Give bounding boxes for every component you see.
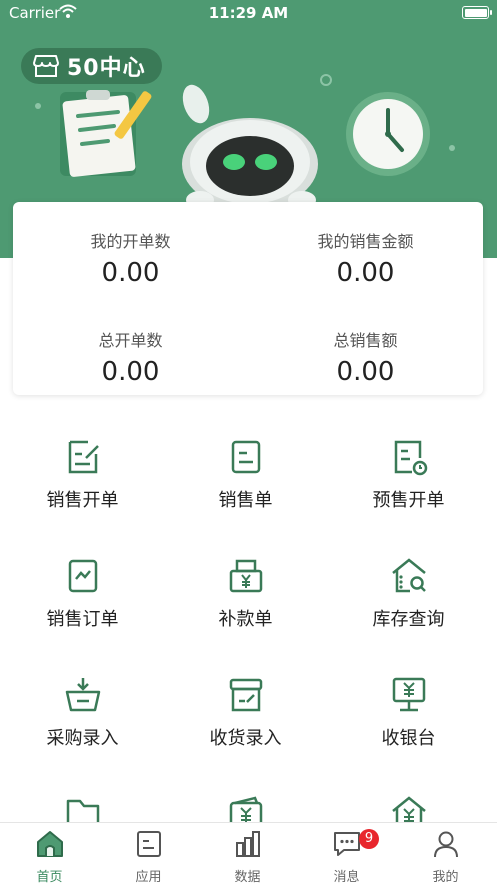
document-icon (231, 440, 261, 474)
feature-receiving-entry[interactable]: 收货录入 (163, 658, 328, 777)
feature-sales-order[interactable]: 销售单 (163, 420, 328, 539)
feature-label: 收银台 (381, 728, 436, 749)
sales-stats-card: 我的开单数 0.00 我的销售金额 0.00 总开单数 0.00 总销售额 0.… (13, 202, 483, 395)
yuan-printer-icon (229, 559, 263, 593)
feature-payment-supplement[interactable]: 补款单 (163, 539, 328, 658)
apps-icon (137, 831, 161, 857)
feature-purchase-entry[interactable]: 采购录入 (0, 658, 165, 777)
tab-label: 首页 (36, 870, 63, 883)
home-icon (37, 831, 63, 857)
status-bar: Carrier 11:29 AM (0, 0, 497, 26)
feature-cashier[interactable]: 收银台 (326, 658, 491, 777)
stat-total-sales: 总销售额 0.00 (248, 327, 483, 387)
clipboard-illustration (60, 90, 152, 177)
unread-badge: 9 (359, 829, 379, 849)
message-icon (334, 832, 360, 856)
robot-illustration (182, 84, 318, 210)
stat-value: 0.00 (101, 357, 160, 387)
document-clock-icon (394, 440, 428, 476)
stat-label: 总销售额 (333, 331, 398, 350)
feature-label: 收货录入 (209, 728, 282, 749)
feature-label: 补款单 (218, 609, 273, 630)
tab-messages[interactable]: 9 消息 (297, 823, 396, 883)
stat-value: 0.00 (336, 258, 395, 288)
profile-icon (434, 831, 458, 858)
warehouse-search-icon (392, 558, 426, 593)
stat-label: 我的开单数 (90, 232, 171, 251)
tab-data[interactable]: 数据 (198, 823, 297, 883)
tab-label: 我的 (432, 870, 459, 883)
feature-label: 销售订单 (46, 609, 119, 630)
tab-label: 应用 (135, 870, 162, 883)
stat-label: 总开单数 (98, 331, 163, 350)
feature-label: 预售开单 (372, 490, 445, 511)
cashier-monitor-icon (392, 677, 426, 712)
battery-icon (462, 6, 492, 19)
stat-my-orders: 我的开单数 0.00 (13, 228, 248, 288)
chart-document-icon (68, 559, 98, 593)
feature-label: 销售单 (218, 490, 273, 511)
stat-label: 我的销售金额 (317, 232, 414, 251)
tab-label: 消息 (333, 870, 360, 883)
clock-illustration (346, 92, 430, 176)
feature-label: 库存查询 (372, 609, 445, 630)
box-edit-icon (229, 678, 263, 712)
feature-presale-order[interactable]: 预售开单 (326, 420, 491, 539)
feature-label: 采购录入 (46, 728, 119, 749)
bar-chart-icon (236, 831, 260, 857)
status-time: 11:29 AM (208, 4, 289, 22)
header-illustration (35, 74, 455, 210)
basket-download-icon (65, 678, 101, 712)
stat-my-sales-amount: 我的销售金额 0.00 (248, 228, 483, 288)
stat-total-orders: 总开单数 0.00 (13, 327, 248, 387)
feature-label: 销售开单 (46, 490, 119, 511)
feature-inventory-query[interactable]: 库存查询 (326, 539, 491, 658)
tab-label: 数据 (234, 870, 261, 883)
stat-value: 0.00 (101, 258, 160, 288)
tab-apps[interactable]: 应用 (99, 823, 198, 883)
edit-document-icon (68, 440, 99, 474)
tab-home[interactable]: 首页 (0, 823, 99, 883)
feature-sales-order-create[interactable]: 销售开单 (0, 420, 165, 539)
tab-profile[interactable]: 我的 (396, 823, 495, 883)
feature-sales-orders-list[interactable]: 销售订单 (0, 539, 165, 658)
stat-value: 0.00 (336, 357, 395, 387)
bottom-tab-bar: 首页 应用 数据 9 消息 我的 (0, 822, 497, 883)
